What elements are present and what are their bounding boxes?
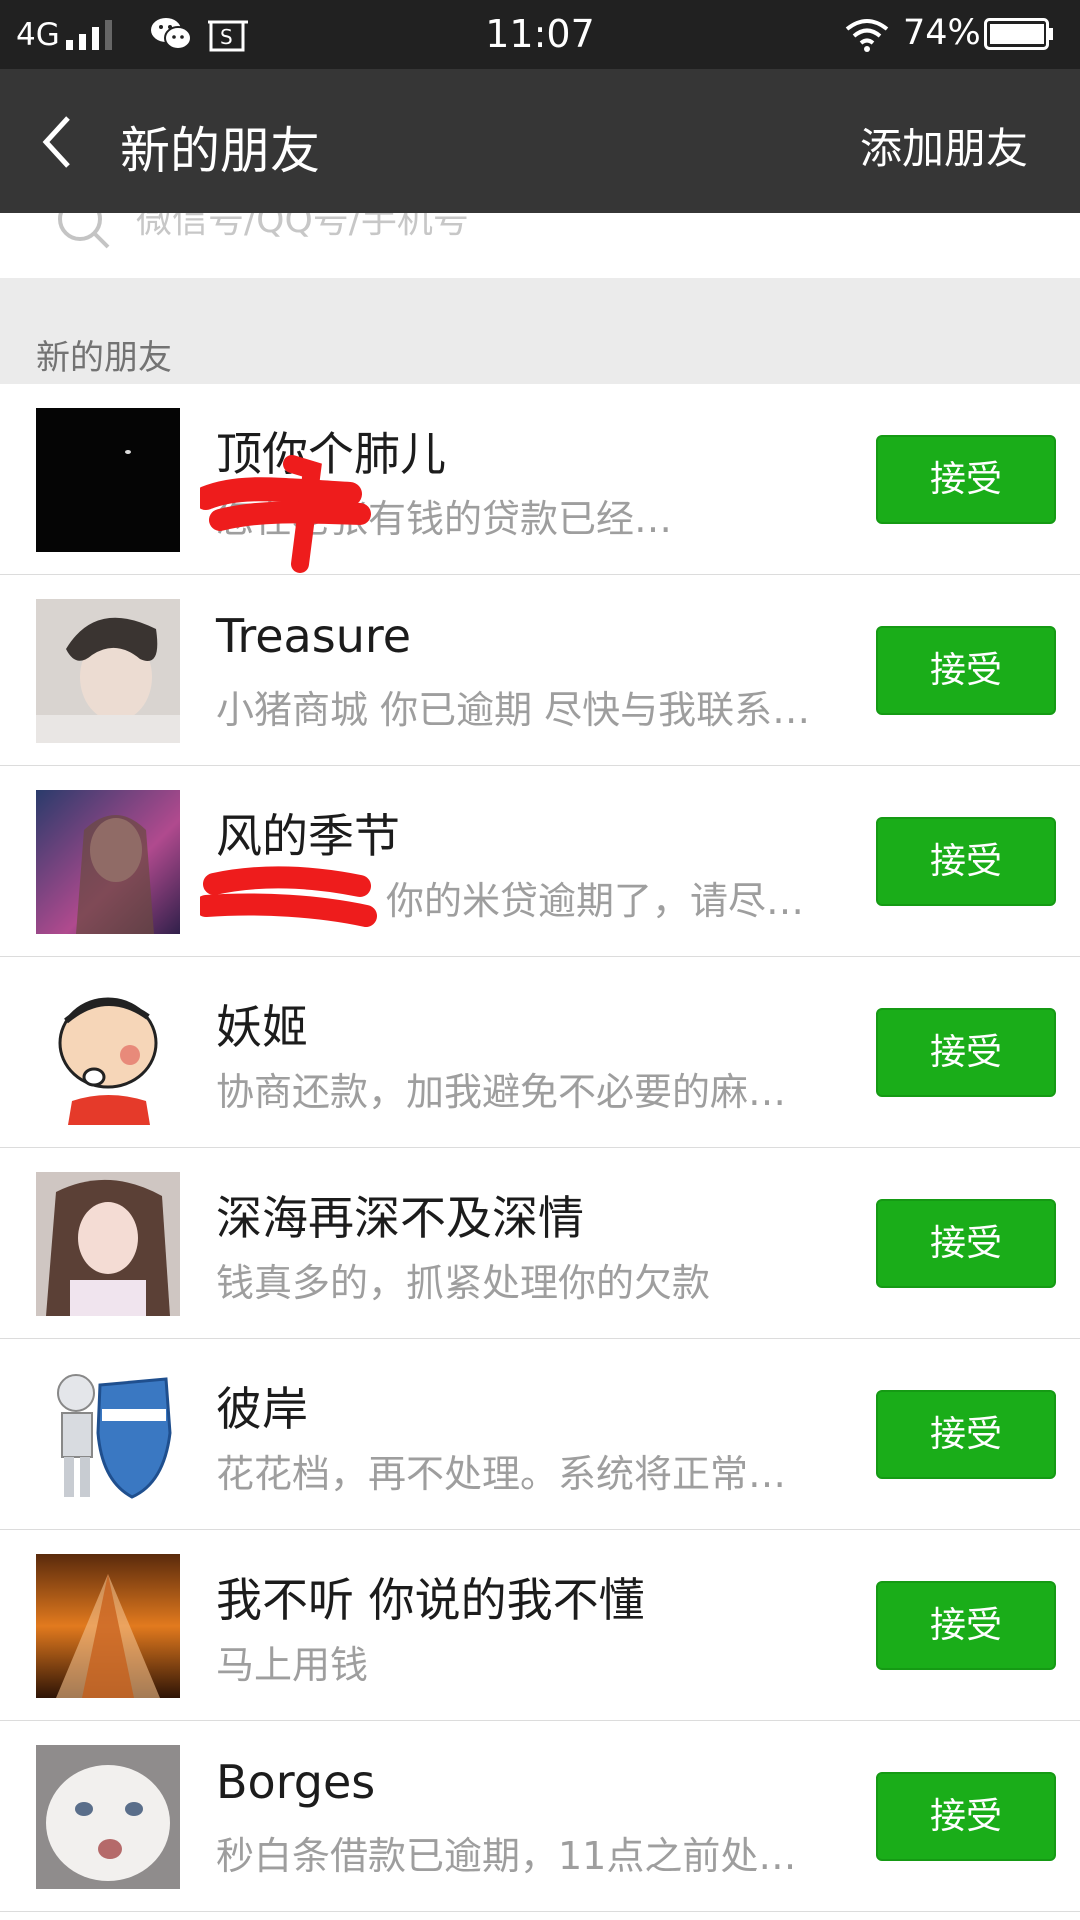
request-name: 我不听 你说的我不懂 [216, 1573, 645, 1627]
wifi-icon [845, 19, 889, 52]
request-name: 顶你个肺儿 [216, 427, 446, 481]
search-input[interactable] [134, 213, 838, 251]
friend-request-row[interactable]: 顶你个肺儿 您在老张有钱的贷款已经… 接受 [0, 384, 1080, 575]
status-bar: 4G S 11:07 74% [0, 0, 1080, 69]
search-bar[interactable] [0, 213, 1080, 278]
request-name: 深海再深不及深情 [216, 1191, 584, 1245]
request-name: Treasure [216, 609, 412, 663]
avatar [36, 1172, 180, 1316]
avatar [36, 1745, 180, 1889]
request-message: 花花档，再不处理。系统将正常… [216, 1452, 787, 1496]
navigation-bar: 新的朋友 添加朋友 [0, 69, 1080, 213]
friend-request-row[interactable]: 深海再深不及深情 钱真多的，抓紧处理你的欠款 接受 [0, 1148, 1080, 1339]
request-name: Borges [216, 1755, 376, 1809]
request-message: 小猪商城 你已逾期 尽快与我联系… [216, 688, 811, 732]
section-title: 新的朋友 [36, 338, 172, 378]
friend-request-row[interactable]: 我不听 你说的我不懂 马上用钱 接受 [0, 1530, 1080, 1721]
request-name: 彼岸 [216, 1382, 308, 1436]
request-message: 协商还款，加我避免不必要的麻… [216, 1070, 787, 1114]
avatar [36, 1554, 180, 1698]
avatar [36, 408, 180, 552]
avatar [36, 790, 180, 934]
avatar [36, 599, 180, 743]
friend-request-list: 顶你个肺儿 您在老张有钱的贷款已经… 接受 Treasure 小猪商城 你已逾期… [0, 384, 1080, 1912]
redaction-mark [200, 866, 377, 927]
friend-request-row[interactable]: 风的季节 你的米贷逾期了，请尽… 接受 [0, 766, 1080, 957]
request-name: 妖姬 [216, 1000, 308, 1054]
search-icon [58, 213, 110, 249]
battery-icon [984, 18, 1053, 50]
accept-button[interactable]: 接受 [876, 626, 1056, 715]
battery-percent: 74% [903, 13, 981, 53]
accept-button[interactable]: 接受 [876, 1772, 1056, 1861]
friend-request-row[interactable]: 彼岸 花花档，再不处理。系统将正常… 接受 [0, 1339, 1080, 1530]
chevron-left-icon[interactable] [38, 114, 78, 170]
avatar [36, 1363, 180, 1507]
request-message: 你的米贷逾期了，请尽… [386, 879, 805, 923]
request-message: 钱真多的，抓紧处理你的欠款 [216, 1261, 711, 1305]
add-friends-button[interactable]: 添加朋友 [860, 115, 1028, 176]
request-message: 马上用钱 [216, 1643, 369, 1687]
request-message: 秒白条借款已逾期，11点之前处… [216, 1834, 797, 1878]
accept-button[interactable]: 接受 [876, 1581, 1056, 1670]
friend-request-row[interactable]: Borges 秒白条借款已逾期，11点之前处… 接受 [0, 1721, 1080, 1912]
section-header: 新的朋友 [0, 278, 1080, 384]
accept-button[interactable]: 接受 [876, 1390, 1056, 1479]
request-message: 您在老张有钱的贷款已经… [216, 497, 673, 541]
friend-request-row[interactable]: Treasure 小猪商城 你已逾期 尽快与我联系… 接受 [0, 575, 1080, 766]
friend-request-row[interactable]: 妖姬 协商还款，加我避免不必要的麻… 接受 [0, 957, 1080, 1148]
avatar [36, 981, 180, 1125]
accept-button[interactable]: 接受 [876, 1008, 1056, 1097]
accept-button[interactable]: 接受 [876, 435, 1056, 524]
request-name: 风的季节 [216, 809, 400, 863]
accept-button[interactable]: 接受 [876, 817, 1056, 906]
accept-button[interactable]: 接受 [876, 1199, 1056, 1288]
page-title: 新的朋友 [120, 122, 320, 180]
